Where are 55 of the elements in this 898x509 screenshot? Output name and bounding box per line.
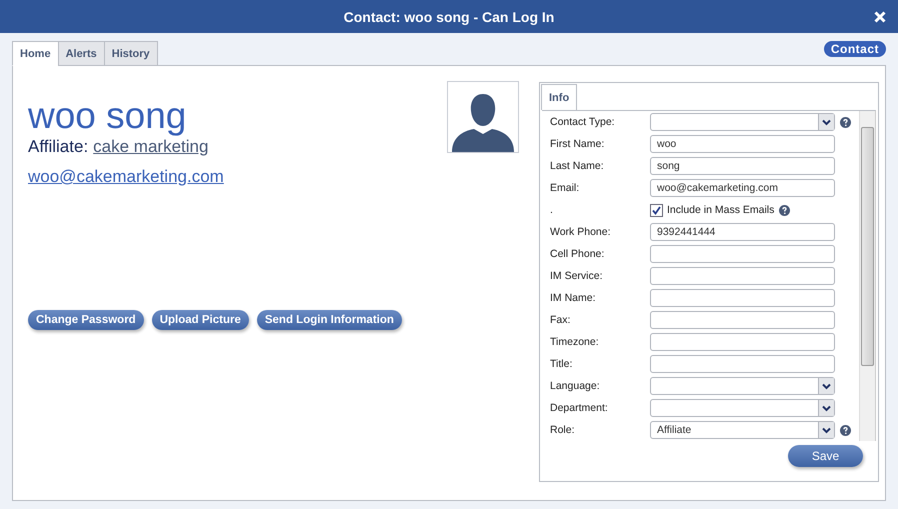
text-field[interactable]	[650, 311, 835, 329]
help-icon[interactable]	[840, 424, 851, 436]
tab[interactable]: History	[104, 41, 158, 66]
email-link[interactable]: woo@cakemarketing.com	[28, 167, 224, 187]
action-button[interactable]: Change Password	[28, 310, 144, 330]
field-label: Timezone:	[550, 336, 600, 348]
contact-badge: Contact	[824, 41, 886, 57]
caret-icon	[818, 422, 834, 438]
tab[interactable]: Info	[541, 84, 578, 110]
checkbox[interactable]	[650, 204, 663, 216]
field-label: IM Name:	[550, 292, 597, 304]
field-label: Work Phone:	[550, 226, 612, 238]
field-label: IM Service:	[550, 270, 604, 282]
field-label: Contact Type:	[550, 116, 616, 128]
text-field[interactable]: woo@cakemarketing.com	[650, 179, 835, 197]
text-field[interactable]: woo	[650, 135, 835, 153]
text-field[interactable]: 9392441444	[650, 223, 835, 241]
close-icon[interactable]	[874, 11, 886, 23]
tab[interactable]: Home	[12, 41, 59, 66]
scrollbar[interactable]	[859, 111, 875, 441]
dropdown-field[interactable]	[650, 399, 835, 417]
text-field[interactable]	[650, 245, 835, 263]
contact-name: woo song	[28, 97, 188, 135]
affiliate-link[interactable]: cake marketing	[93, 137, 208, 157]
field-label: Fax:	[550, 314, 572, 326]
text-field[interactable]	[650, 289, 835, 307]
affiliate-label: Affiliate:	[28, 137, 88, 157]
text-field[interactable]: song	[650, 157, 835, 175]
help-icon[interactable]	[840, 116, 851, 128]
field-label: Language:	[550, 380, 601, 392]
action-button[interactable]: Upload Picture	[152, 310, 249, 330]
caret-icon	[818, 378, 834, 394]
action-button[interactable]: Send Login Information	[256, 310, 402, 330]
caret-icon	[818, 400, 834, 416]
field-label: Title:	[550, 358, 574, 370]
field-label: Role:	[550, 424, 576, 436]
window-title: Contact: woo song - Can Log In	[344, 8, 554, 24]
dropdown-field[interactable]	[650, 113, 835, 131]
text-field[interactable]	[650, 267, 835, 285]
field-label: Department:	[550, 402, 609, 414]
dropdown-field[interactable]	[650, 377, 835, 395]
save-button[interactable]: Save	[788, 445, 863, 467]
checkbox-label: Include in Mass Emails	[667, 204, 774, 216]
field-label: Email:	[550, 182, 580, 194]
field-label: Cell Phone:	[550, 248, 606, 260]
scroll-thumb[interactable]	[861, 127, 874, 366]
field-label: .	[550, 204, 554, 216]
text-field[interactable]	[650, 355, 835, 373]
caret-icon	[818, 114, 834, 130]
text-field[interactable]	[650, 333, 835, 351]
dropdown-field[interactable]: Affiliate	[650, 421, 835, 439]
field-label: First Name:	[550, 138, 606, 150]
help-icon[interactable]	[779, 204, 790, 216]
tab[interactable]: Alerts	[58, 41, 105, 66]
field-label: Last Name:	[550, 160, 605, 172]
